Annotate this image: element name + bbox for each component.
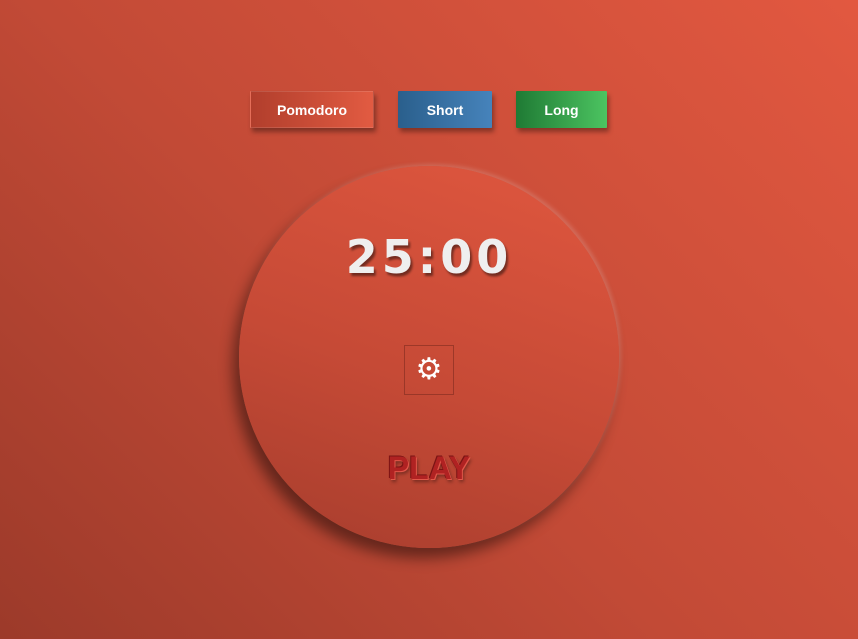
- timer-display: 25:00: [345, 230, 513, 284]
- play-button[interactable]: PLAY: [239, 450, 619, 487]
- settings-button[interactable]: ⚙: [404, 345, 454, 395]
- mode-selector: Pomodoro Short Long: [0, 91, 858, 128]
- gear-icon: ⚙: [415, 352, 443, 387]
- short-break-button[interactable]: Short: [398, 91, 492, 128]
- long-break-button[interactable]: Long: [516, 91, 607, 128]
- timer-dial: 25:00 ⚙ PLAY: [239, 166, 619, 548]
- pomodoro-button[interactable]: Pomodoro: [250, 91, 374, 128]
